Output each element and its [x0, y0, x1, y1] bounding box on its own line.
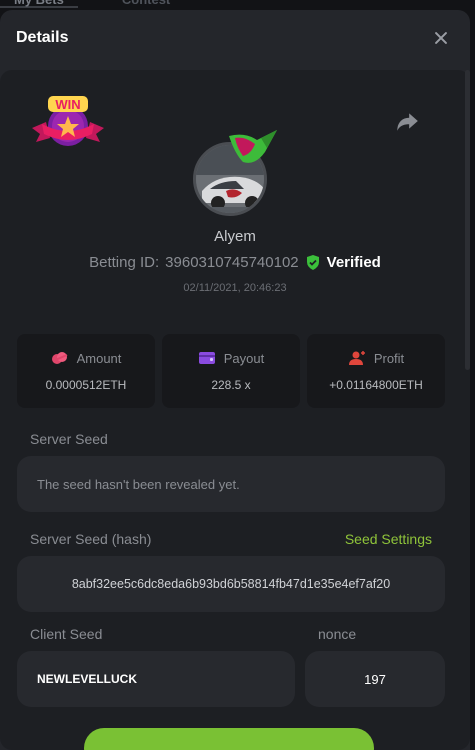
server-seed-field: The seed hasn't been revealed yet. — [17, 456, 445, 512]
tab-contest[interactable]: Contest — [108, 0, 184, 8]
betting-id-label: Betting ID: — [89, 254, 160, 271]
stat-amount-value: 0.0000512ETH — [45, 377, 127, 392]
client-seed-label: Client Seed — [30, 626, 103, 642]
client-seed-value: NEWLEVELLUCK — [37, 672, 137, 686]
coins-icon — [51, 352, 67, 364]
wallet-icon — [198, 352, 215, 364]
background-tabs: My Bets Contest — [0, 0, 475, 8]
betting-id-row: Betting ID: 3960310745740102 Verified — [0, 254, 470, 271]
stat-amount-label: Amount — [76, 350, 122, 366]
close-button[interactable] — [428, 25, 454, 51]
stat-profit: Profit +0.01164800ETH — [307, 334, 445, 408]
verify-button[interactable] — [84, 728, 374, 750]
bet-stats: Amount 0.0000512ETH Payout 228.5 x Profi… — [17, 334, 445, 408]
tab-my-bets[interactable]: My Bets — [0, 0, 78, 8]
server-seed-hash-field[interactable]: 8abf32ee5c6dc8eda6b93bd6b58814fb47d1e35e… — [17, 556, 445, 612]
player-name: Alyem — [214, 228, 256, 245]
bet-datetime: 02/11/2021, 20:46:23 — [183, 282, 287, 294]
share-icon[interactable] — [394, 108, 420, 134]
svg-text:WIN: WIN — [55, 97, 80, 112]
bet-details-modal: Details WIN Alyem Betting ID: 3960310745… — [0, 10, 470, 750]
server-seed-label: Server Seed — [30, 431, 108, 447]
stat-payout-value: 228.5 x — [211, 377, 251, 392]
avatar-container — [191, 130, 281, 216]
stat-profit-label: Profit — [373, 350, 405, 366]
user-profit-icon — [348, 351, 365, 365]
stat-amount: Amount 0.0000512ETH — [17, 334, 155, 408]
nonce-label: nonce — [318, 626, 357, 642]
betting-id-value: 3960310745740102 — [165, 254, 299, 271]
server-seed-hash-value: 8abf32ee5c6dc8eda6b93bd6b58814fb47d1e35e… — [71, 577, 391, 591]
modal-title: Details — [16, 29, 69, 46]
verified-shield-icon — [306, 255, 319, 270]
scrollbar[interactable] — [465, 70, 470, 370]
seed-settings-link[interactable]: Seed Settings — [345, 531, 432, 547]
modal-header: Details — [0, 10, 470, 66]
verified-label: Verified — [326, 254, 381, 271]
modal-body: WIN Alyem Betting ID: 3960310745740102 V… — [0, 70, 470, 750]
nonce-value: 197 — [364, 671, 386, 687]
server-seed-hash-label: Server Seed (hash) — [30, 531, 152, 547]
level-hat-icon — [229, 130, 277, 163]
nonce-field[interactable]: 197 — [305, 651, 445, 707]
stat-payout-label: Payout — [223, 350, 265, 366]
stat-profit-value: +0.01164800ETH — [329, 377, 423, 392]
server-seed-value: The seed hasn't been revealed yet. — [37, 476, 240, 492]
stat-payout: Payout 228.5 x — [162, 334, 300, 408]
client-seed-field[interactable]: NEWLEVELLUCK — [17, 651, 295, 707]
win-badge-icon: WIN — [32, 96, 104, 146]
